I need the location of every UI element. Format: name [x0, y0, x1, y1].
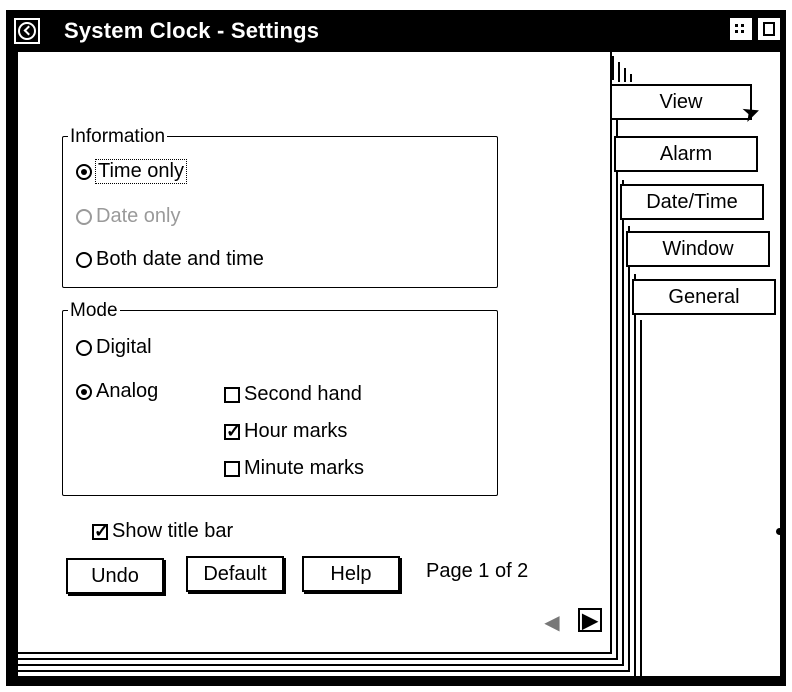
- tab-general[interactable]: General: [632, 279, 776, 315]
- checkbox-second-hand[interactable]: Second hand: [224, 383, 362, 406]
- checkbox-show-title-bar-label: Show title bar: [112, 520, 234, 542]
- page-edge: [628, 226, 630, 670]
- window-frame-left: [6, 52, 18, 686]
- page-edge: [640, 320, 642, 676]
- information-legend: Information: [68, 126, 168, 148]
- window-title: System Clock - Settings: [64, 18, 320, 43]
- checkbox-icon: [224, 460, 240, 477]
- page-edge: [18, 664, 624, 666]
- maximize-icon[interactable]: [756, 16, 782, 42]
- tab-window[interactable]: Window: [626, 231, 770, 267]
- page-edge: [622, 180, 624, 664]
- title-bar[interactable]: System Clock - Settings: [6, 10, 786, 52]
- radio-selected-icon: [76, 383, 92, 400]
- checkbox-minute-marks[interactable]: Minute marks: [224, 457, 364, 480]
- mouse-pointer-icon: ➤: [738, 97, 764, 128]
- radio-digital[interactable]: Digital: [76, 336, 152, 359]
- window-frame-right: [780, 52, 786, 686]
- radio-date-only: Date only: [76, 205, 181, 228]
- page-edge: [18, 652, 612, 654]
- radio-time-only-label: Time only: [95, 159, 187, 184]
- page-edge: [18, 670, 630, 672]
- page-edge: [610, 52, 612, 652]
- help-button[interactable]: Help: [302, 556, 400, 592]
- tab-alarm[interactable]: Alarm: [614, 136, 758, 172]
- right-arrow-icon[interactable]: ▶: [578, 608, 602, 632]
- window-frame-bottom: [6, 676, 786, 686]
- tab-date-time[interactable]: Date/Time: [620, 184, 764, 220]
- default-button[interactable]: Default: [186, 556, 284, 592]
- checkbox-hour-marks-label: Hour marks: [244, 420, 348, 442]
- radio-empty-icon: [76, 339, 92, 356]
- page-edge: [634, 274, 636, 676]
- stray-dot: [776, 528, 783, 535]
- radio-analog-label: Analog: [96, 380, 159, 402]
- radio-date-only-label: Date only: [96, 205, 181, 227]
- page-corner-steps: [624, 68, 626, 82]
- checkbox-checked-icon: [92, 521, 109, 542]
- checkbox-minute-marks-label: Minute marks: [244, 457, 365, 479]
- radio-analog[interactable]: Analog: [76, 380, 158, 403]
- checkbox-checked-icon: [224, 421, 241, 442]
- checkbox-show-title-bar[interactable]: Show title bar: [92, 520, 233, 543]
- system-menu-icon[interactable]: [14, 18, 40, 44]
- radio-time-only[interactable]: Time only: [76, 159, 187, 184]
- radio-selected-icon: [76, 163, 92, 180]
- page-edge: [616, 120, 618, 658]
- radio-digital-label: Digital: [96, 336, 152, 358]
- radio-both-date-time[interactable]: Both date and time: [76, 248, 264, 271]
- checkbox-icon: [224, 386, 240, 403]
- minimize-icon[interactable]: [728, 16, 754, 42]
- radio-empty-icon: [76, 208, 92, 225]
- left-arrow-icon[interactable]: ◀: [540, 610, 564, 634]
- checkbox-second-hand-label: Second hand: [244, 383, 362, 405]
- checkbox-hour-marks[interactable]: Hour marks: [224, 420, 347, 443]
- tab-view[interactable]: View: [612, 84, 752, 120]
- settings-window: System Clock - Settings Information Time…: [0, 0, 792, 692]
- page-indicator: Page 1 of 2: [426, 560, 529, 582]
- page-corner-steps: [618, 62, 620, 82]
- radio-both-label: Both date and time: [96, 248, 264, 270]
- undo-button[interactable]: Undo: [66, 558, 164, 594]
- radio-empty-icon: [76, 251, 92, 268]
- page-corner-steps: [612, 56, 614, 80]
- page-edge: [18, 658, 618, 660]
- mode-legend: Mode: [68, 300, 120, 322]
- page-corner-steps: [630, 74, 632, 82]
